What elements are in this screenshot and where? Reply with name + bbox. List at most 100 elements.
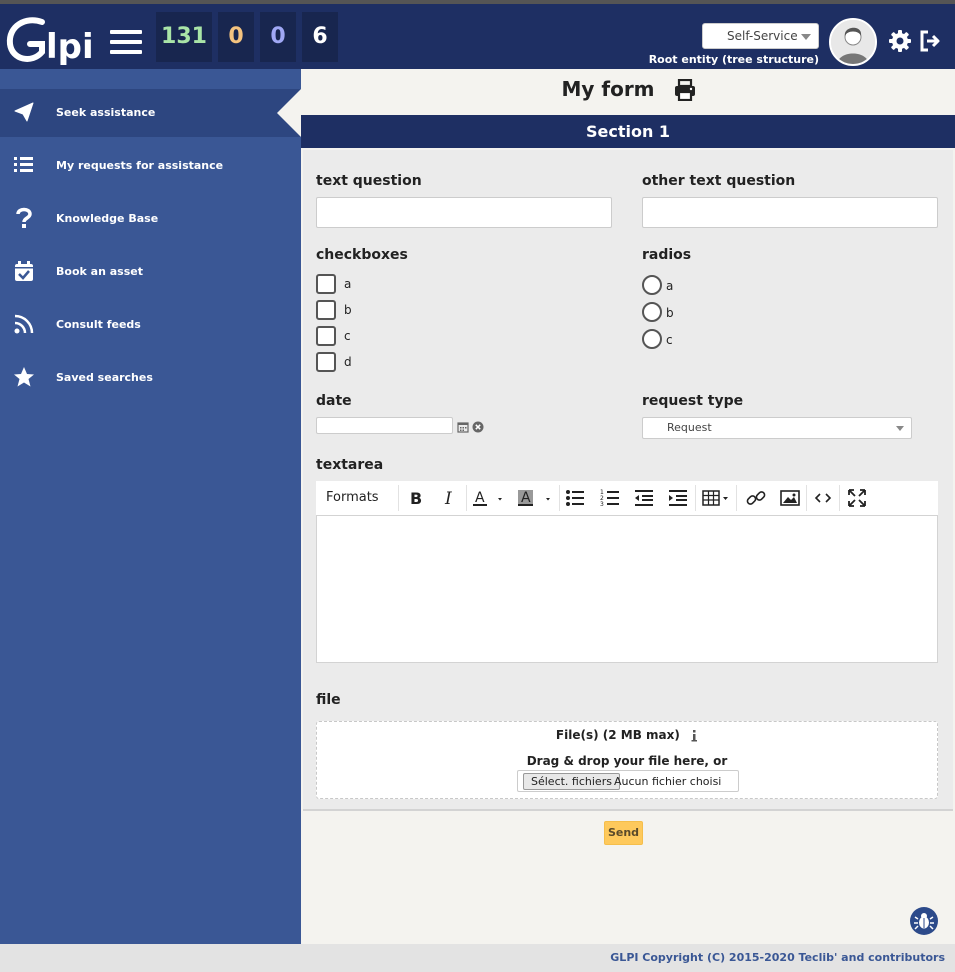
sidebar-item-label: Knowledge Base	[56, 212, 159, 225]
text-color-icon[interactable]: A	[470, 487, 510, 509]
sidebar-item-label: Seek assistance	[56, 106, 156, 119]
info-icon	[690, 729, 698, 742]
svg-text:lpi: lpi	[46, 27, 94, 67]
menu-icon[interactable]	[110, 30, 142, 56]
request-type-label: request type	[642, 393, 744, 409]
profile-select-value: Self-Service	[727, 29, 798, 43]
send-button[interactable]: Send	[604, 821, 643, 845]
copyright-link[interactable]: GLPI Copyright (C) 2015-2020 Teclib' and…	[610, 951, 945, 964]
gear-icon[interactable]	[888, 29, 912, 53]
formats-label: Formats	[326, 490, 379, 505]
request-type-select[interactable]: Request	[642, 417, 912, 439]
bullet-list-icon[interactable]	[564, 487, 586, 509]
sidebar-item-seek-assistance[interactable]: Seek assistance	[0, 89, 301, 137]
sidebar: Seek assistance My requests for assistan…	[0, 69, 301, 944]
svg-text:A: A	[475, 490, 485, 506]
text-question-label: text question	[316, 173, 422, 189]
question-icon	[13, 207, 35, 229]
date-input[interactable]	[316, 417, 453, 434]
checkbox-label: d	[344, 355, 352, 369]
file-label: file	[316, 692, 341, 708]
active-indicator	[277, 89, 301, 137]
radio-label: c	[666, 333, 673, 347]
rich-text-editor[interactable]	[316, 515, 938, 663]
calendar-icon[interactable]	[457, 418, 469, 433]
toolbar-separator	[806, 485, 807, 511]
counter-assigned[interactable]: 0	[260, 12, 296, 62]
dropzone-instructions: Drag & drop your file here, or	[526, 754, 728, 768]
table-icon[interactable]	[701, 487, 733, 509]
code-icon[interactable]	[812, 487, 834, 509]
checkbox-d[interactable]	[316, 352, 336, 372]
svg-text:B: B	[410, 489, 422, 508]
background-color-icon[interactable]: A	[516, 487, 556, 509]
file-dropzone[interactable]: File(s) (2 MB max) Drag & drop your file…	[316, 721, 938, 799]
file-input[interactable]: Sélect. fichiers Aucun fichier choisi	[517, 770, 739, 792]
radios-label: radios	[642, 247, 692, 263]
image-icon[interactable]	[779, 487, 801, 509]
form-title: My form	[301, 77, 955, 101]
printer-icon[interactable]	[674, 78, 696, 102]
bug-report-icon[interactable]	[910, 907, 938, 935]
entity-label[interactable]: Root entity (tree structure)	[600, 53, 819, 66]
calendar-check-icon	[13, 260, 35, 282]
counter-pending-value: 0	[228, 24, 244, 49]
main-content: My form Section 1 text question other te…	[301, 69, 955, 944]
sidebar-item-label: Consult feeds	[56, 318, 141, 331]
bold-icon[interactable]: B	[404, 487, 426, 509]
radio-label: b	[666, 306, 674, 320]
sidebar-item-knowledge-base[interactable]: Knowledge Base	[0, 195, 301, 243]
toolbar-separator	[466, 485, 467, 511]
sidebar-item-label: Saved searches	[56, 371, 153, 384]
checkbox-a[interactable]	[316, 274, 336, 294]
svg-text:A: A	[521, 490, 531, 506]
counter-assigned-value: 0	[270, 24, 286, 49]
sidebar-item-my-requests[interactable]: My requests for assistance	[0, 142, 301, 190]
glpi-logo[interactable]: lpi	[6, 14, 98, 70]
list-icon	[13, 154, 35, 176]
outdent-icon[interactable]	[633, 487, 655, 509]
other-text-question-input[interactable]	[642, 197, 938, 228]
radio-label: a	[666, 279, 674, 293]
logout-icon[interactable]	[918, 29, 942, 53]
dropzone-title-text: File(s) (2 MB max)	[555, 728, 680, 742]
radio-c[interactable]	[642, 329, 662, 349]
request-type-value: Request	[667, 421, 712, 434]
svg-text:I: I	[444, 489, 452, 509]
paper-plane-icon	[13, 101, 35, 123]
toolbar-separator	[839, 485, 840, 511]
formats-dropdown[interactable]: Formats	[326, 487, 390, 522]
counter-solved-value: 6	[312, 24, 328, 49]
italic-icon[interactable]: I	[438, 487, 460, 509]
sidebar-item-consult-feeds[interactable]: Consult feeds	[0, 301, 301, 349]
toolbar-separator	[398, 485, 399, 511]
fullscreen-icon[interactable]	[846, 487, 868, 509]
text-question-input[interactable]	[316, 197, 612, 228]
chevron-down-icon	[896, 426, 904, 431]
counter-solved[interactable]: 6	[302, 12, 338, 62]
sidebar-item-label: My requests for assistance	[56, 159, 224, 172]
star-icon	[13, 366, 35, 388]
chevron-down-icon	[801, 34, 811, 40]
editor-toolbar: Formats B I A A 123	[316, 481, 938, 522]
select-files-button[interactable]: Sélect. fichiers	[523, 773, 620, 790]
numbered-list-icon[interactable]: 123	[599, 487, 621, 509]
clear-date-icon[interactable]	[472, 418, 484, 433]
checkbox-label: c	[344, 329, 351, 343]
radio-a[interactable]	[642, 275, 662, 295]
radio-b[interactable]	[642, 302, 662, 322]
sidebar-item-book-asset[interactable]: Book an asset	[0, 248, 301, 296]
counter-new[interactable]: 131	[156, 12, 212, 62]
checkbox-b[interactable]	[316, 300, 336, 320]
counter-pending[interactable]: 0	[218, 12, 254, 62]
toolbar-separator	[695, 485, 696, 511]
user-avatar[interactable]	[829, 18, 877, 66]
indent-icon[interactable]	[667, 487, 689, 509]
other-text-question-label: other text question	[642, 173, 796, 189]
form-title-text: My form	[561, 77, 655, 101]
link-icon[interactable]	[745, 487, 767, 509]
sidebar-item-saved-searches[interactable]: Saved searches	[0, 354, 301, 402]
profile-select[interactable]: Self-Service	[702, 23, 819, 49]
checkbox-c[interactable]	[316, 326, 336, 346]
counter-new-value: 131	[161, 24, 207, 49]
